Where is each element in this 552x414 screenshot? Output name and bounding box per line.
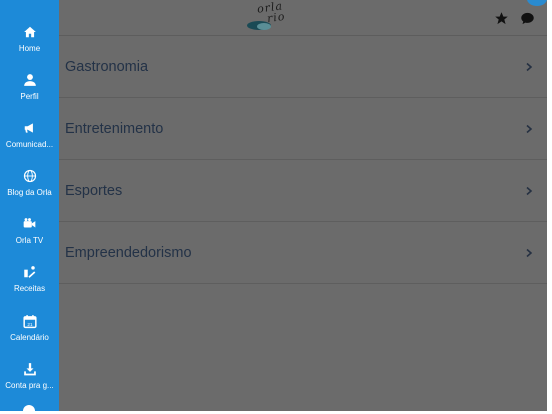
chevron-right-icon — [526, 186, 533, 195]
home-icon — [21, 23, 39, 41]
nav-item-label: Home — [18, 44, 41, 53]
download-icon — [21, 360, 39, 378]
logo-shape-accent — [257, 23, 271, 30]
nav-item-receitas[interactable]: Receitas — [0, 261, 59, 309]
top-bar: orla rio — [59, 0, 547, 36]
orla-rio-logo[interactable]: orla rio — [247, 0, 303, 33]
category-label: Gastronomia — [65, 58, 149, 75]
chevron-right-icon — [526, 124, 533, 133]
chef-icon — [21, 263, 39, 281]
chat-bubble-icon[interactable] — [518, 9, 536, 27]
category-row-gastronomia[interactable]: Gastronomia — [59, 36, 547, 98]
nav-item-orla-tv[interactable]: Orla TV — [0, 213, 59, 261]
nav-item-label: Calendário — [10, 333, 49, 342]
chevron-right-icon — [526, 62, 533, 71]
side-nav: Home Perfil Comunicad... Blog da Orla Or — [0, 0, 59, 411]
nav-item-label: Orla TV — [15, 236, 44, 245]
nav-item-comunicados[interactable]: Comunicad... — [0, 117, 59, 165]
app-frame: orla rio Gastronomia Entretenimento Espo… — [0, 0, 547, 411]
calendar-day-number: 21 — [27, 321, 33, 326]
nav-item-label: Conta pra g... — [5, 381, 54, 390]
category-label: Esportes — [65, 182, 123, 199]
category-label: Empreendedorismo — [65, 244, 192, 261]
category-list: Gastronomia Entretenimento Esportes Empr… — [59, 36, 547, 284]
globe-icon — [21, 167, 39, 185]
category-row-entretenimento[interactable]: Entretenimento — [59, 98, 547, 160]
user-icon — [21, 71, 39, 89]
chevron-right-icon — [526, 248, 533, 257]
calendar-icon: 21 — [21, 312, 39, 330]
next-nav-item-icon[interactable] — [23, 405, 35, 411]
category-row-empreendedorismo[interactable]: Empreendedorismo — [59, 222, 547, 284]
star-icon[interactable] — [492, 9, 510, 27]
nav-item-label: Perfil — [20, 92, 39, 101]
nav-item-blog-da-orla[interactable]: Blog da Orla — [0, 165, 59, 213]
nav-item-home[interactable]: Home — [0, 21, 59, 69]
nav-item-label: Comunicad... — [5, 140, 54, 149]
category-row-esportes[interactable]: Esportes — [59, 160, 547, 222]
nav-item-label: Receitas — [13, 284, 46, 293]
nav-item-calendario[interactable]: 21 Calendário — [0, 310, 59, 358]
video-camera-icon — [21, 215, 39, 233]
megaphone-icon — [21, 119, 39, 137]
nav-item-conta-pra-gente[interactable]: Conta pra g... — [0, 358, 59, 406]
nav-item-label: Blog da Orla — [7, 188, 52, 197]
category-label: Entretenimento — [65, 120, 164, 137]
nav-item-perfil[interactable]: Perfil — [0, 69, 59, 117]
